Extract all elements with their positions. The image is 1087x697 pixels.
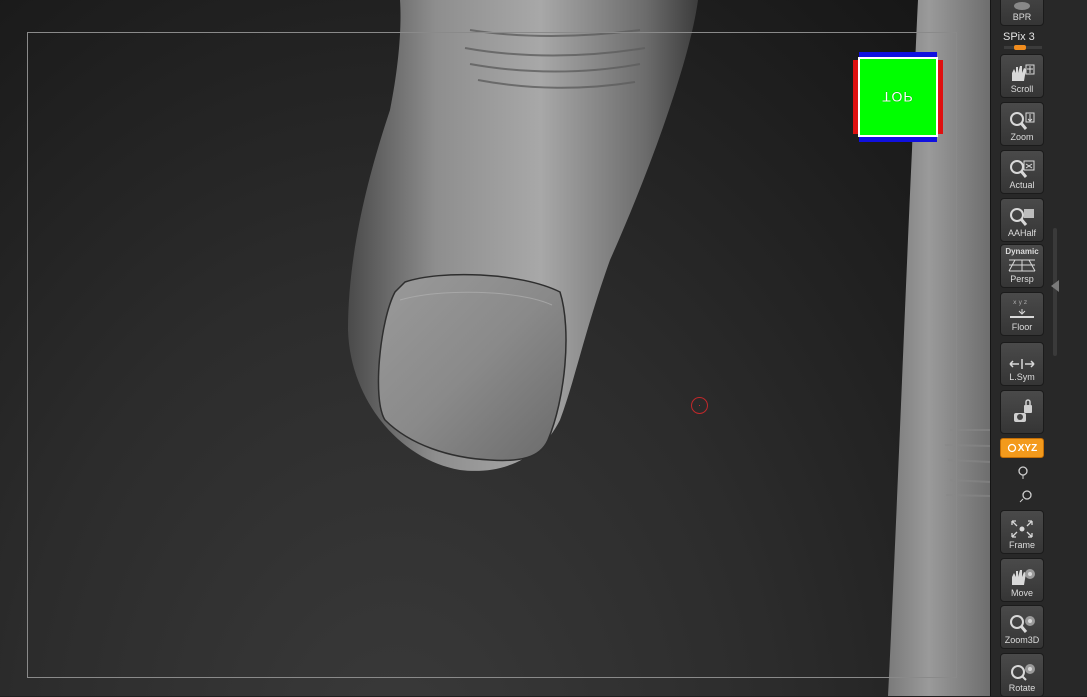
shelf-scrollbar[interactable] — [1053, 228, 1057, 356]
camera-lock-icon — [1014, 399, 1032, 422]
xyz-label: XYZ — [1017, 442, 1038, 454]
canvas-viewport[interactable]: TOP — [0, 0, 990, 696]
local-symmetry-icon — [1009, 359, 1035, 369]
brush-cursor — [691, 397, 708, 414]
xyz-rotate-button[interactable]: XYZ — [1000, 438, 1044, 458]
xyz-rotate-icon — [1007, 443, 1016, 453]
zoom3d-icon — [1010, 615, 1035, 633]
actual-button[interactable]: Actual — [1000, 150, 1044, 194]
bpr-label: BPR — [1012, 12, 1032, 22]
floor-label: Floor — [1011, 322, 1033, 332]
zoom3d-label: Zoom3D — [1004, 635, 1040, 645]
move-button[interactable]: Move — [1000, 558, 1044, 602]
z-axis-rotate-icon[interactable] — [1019, 487, 1035, 503]
aahalf-button[interactable]: AAHalf — [1000, 198, 1044, 242]
hand-move-icon — [1012, 569, 1035, 585]
lsym-label: L.Sym — [1009, 372, 1035, 382]
zoom-button[interactable]: Zoom — [1000, 102, 1044, 146]
camera-lock-button[interactable] — [1000, 390, 1044, 434]
rotate-icon — [1011, 664, 1035, 681]
y-axis-rotate-icon[interactable] — [1015, 464, 1031, 480]
dynamic-label: Dynamic — [1005, 247, 1039, 256]
spix-slider-knob[interactable] — [1014, 45, 1026, 50]
hand-scroll-icon — [1012, 64, 1035, 81]
bpr-render-icon — [1014, 2, 1030, 10]
shelf-collapse-arrow-icon[interactable] — [1051, 280, 1059, 292]
nav-cube-face[interactable]: TOP — [858, 57, 938, 137]
actual-label: Actual — [1009, 180, 1035, 190]
persp-button[interactable]: Dynamic Persp — [1000, 244, 1044, 288]
svg-text:x y z: x y z — [1013, 299, 1027, 306]
zoom-label: Zoom — [1010, 132, 1034, 142]
frame-icon — [1011, 520, 1033, 538]
actual-size-icon — [1010, 160, 1035, 178]
frame-label: Frame — [1008, 540, 1035, 550]
right-shelf: BPR SPix 3 Scroll Zoom Actual AAHalf Dyn… — [990, 0, 1087, 697]
aahalf-icon — [1010, 208, 1034, 226]
floor-grid-icon: x y z — [1010, 299, 1034, 318]
navigation-cube[interactable]: TOP — [853, 52, 943, 142]
fingernail-shape — [377, 273, 567, 462]
perspective-grid-icon — [1008, 259, 1036, 272]
nav-cube-label: TOP — [882, 89, 914, 105]
frame-button[interactable]: Frame — [1000, 510, 1044, 554]
rotate-label: Rotate — [1008, 683, 1036, 693]
lsym-button[interactable]: L.Sym — [1000, 342, 1044, 386]
zoom3d-button[interactable]: Zoom3D — [1000, 605, 1044, 649]
scroll-label: Scroll — [1010, 84, 1034, 94]
spix-slider[interactable] — [1004, 45, 1042, 50]
rotate-button[interactable]: Rotate — [1000, 653, 1044, 697]
zoom-magnifier-icon — [1010, 112, 1035, 130]
move-label: Move — [1010, 588, 1033, 598]
bpr-button[interactable]: BPR — [1000, 0, 1044, 26]
spix-label: SPix 3 — [1003, 31, 1035, 43]
scroll-button[interactable]: Scroll — [1000, 54, 1044, 98]
floor-button[interactable]: x y z Floor — [1000, 292, 1044, 336]
sculpt-scene — [348, 0, 990, 696]
persp-label: Persp — [1010, 274, 1034, 284]
aahalf-label: AAHalf — [1007, 228, 1036, 238]
